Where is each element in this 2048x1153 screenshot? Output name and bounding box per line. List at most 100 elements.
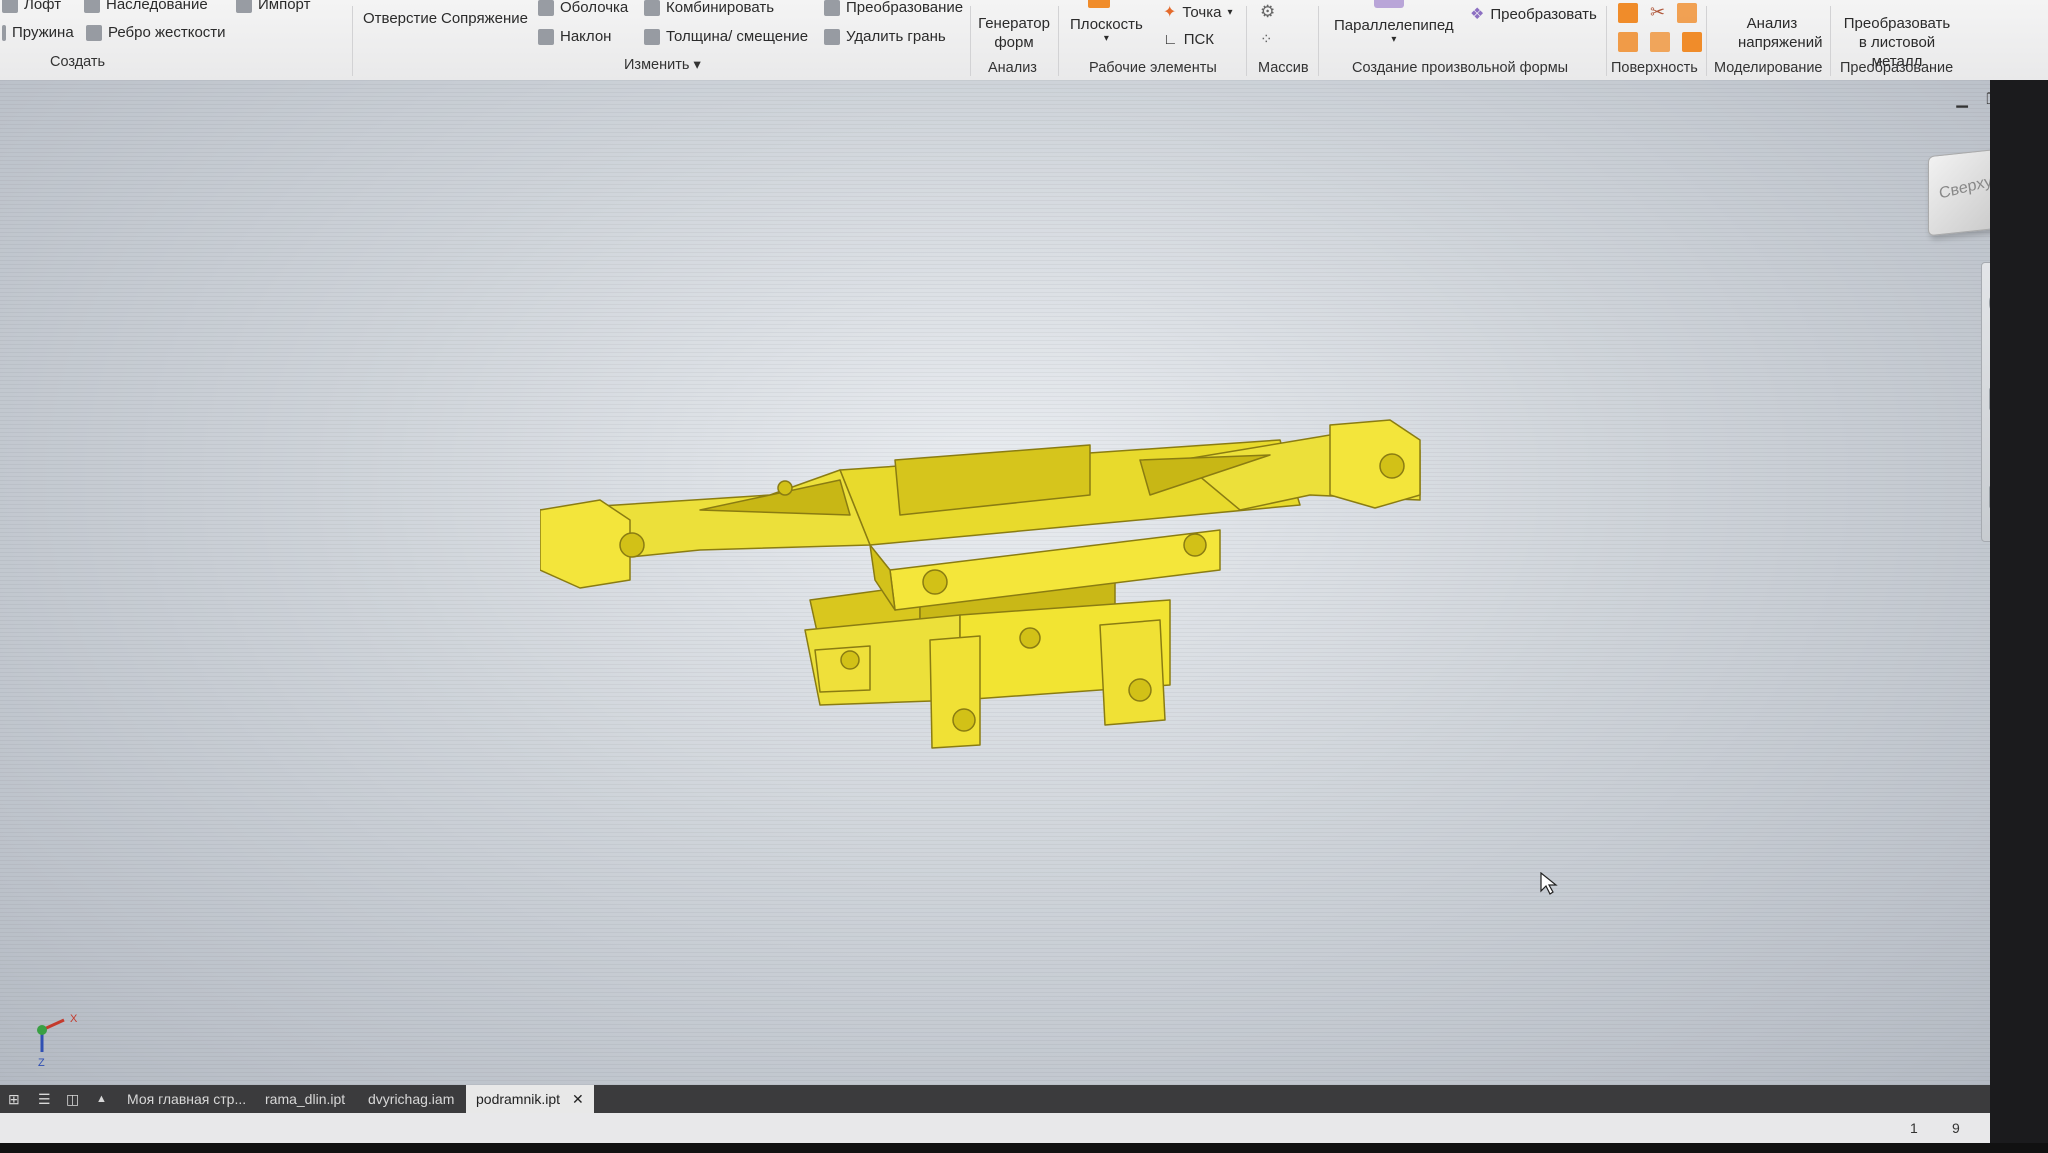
shape-generator-label: Генератор форм xyxy=(978,15,1050,51)
shape-generator-button[interactable]: Генератор форм xyxy=(978,14,1050,52)
status-count-a: 1 xyxy=(1910,1120,1918,1136)
surface-tools-row2 xyxy=(1618,32,1702,52)
draft-icon xyxy=(538,28,554,45)
combine-icon xyxy=(644,0,660,16)
freeform-box-button[interactable]: Параллелепипед ▾ xyxy=(1334,17,1454,45)
draft-button[interactable]: Наклон xyxy=(538,28,611,45)
group-simulation: Моделирование xyxy=(1714,60,1823,76)
tile-horizontal-icon[interactable]: ☰ xyxy=(38,1085,51,1113)
rectangular-pattern-button[interactable]: ⁘ xyxy=(1260,30,1273,48)
point-button[interactable]: ✦ Точка ▾ xyxy=(1163,2,1233,22)
hole-label: Отверстие xyxy=(363,10,438,27)
mount-hole xyxy=(619,532,645,558)
cascade-icon[interactable]: ◫ xyxy=(66,1085,79,1113)
plane-icon xyxy=(1088,0,1110,8)
hole-button[interactable]: Отверстие xyxy=(363,10,437,27)
fillet-button[interactable]: Сопряжение xyxy=(441,10,528,27)
loft-icon xyxy=(2,0,18,13)
mount-hole xyxy=(1019,627,1041,649)
divider xyxy=(352,6,353,76)
surface-trim-icon[interactable]: ✂ xyxy=(1650,2,1665,23)
inheritance-button[interactable]: Наследование xyxy=(84,0,208,13)
import-label: Импорт xyxy=(258,0,311,13)
divider xyxy=(1606,6,1607,76)
circular-pattern-button[interactable]: ⚙ xyxy=(1260,2,1275,22)
ucs-label: ПСК xyxy=(1183,31,1215,48)
group-surface: Поверхность xyxy=(1611,60,1698,76)
surface-stitch-icon[interactable] xyxy=(1677,2,1698,23)
delete-face-icon xyxy=(824,28,840,45)
surface-replace-icon[interactable] xyxy=(1682,32,1702,52)
axis-z-label: Z xyxy=(38,1057,45,1069)
monitor: Лофт Наследование Импорт Пружина Ребро ж… xyxy=(0,0,2048,1153)
group-freeform: Создание произвольной формы xyxy=(1352,60,1569,76)
import-icon xyxy=(236,0,252,13)
spring-button[interactable]: Пружина xyxy=(2,24,74,41)
shell-icon xyxy=(538,0,554,16)
group-analysis: Анализ xyxy=(988,60,1037,76)
thicken-label: Толщина/ смещение xyxy=(666,28,809,45)
tab-label: dvyrichag.iam xyxy=(368,1091,455,1107)
model-podramnik[interactable] xyxy=(540,400,1430,770)
tab-home[interactable]: Моя главная стр... xyxy=(127,1085,246,1113)
mount-hole xyxy=(777,480,793,496)
tile-vertical-icon[interactable]: ⊞ xyxy=(8,1085,20,1113)
thicken-icon xyxy=(644,28,660,45)
group-convert: Преобразование xyxy=(1840,60,1954,76)
inheritance-label: Наследование xyxy=(106,0,208,13)
mount-hole xyxy=(952,708,976,732)
divider xyxy=(970,6,971,76)
monitor-bezel xyxy=(1990,80,2048,1153)
arm-left-end xyxy=(540,499,631,589)
thicken-button[interactable]: Толщина/ смещение xyxy=(644,28,808,45)
rib-label: Ребро жесткости xyxy=(108,24,226,41)
divider xyxy=(1318,6,1319,76)
point-icon: ✦ xyxy=(1163,4,1177,21)
ucs-icon: ∟ xyxy=(1163,31,1178,48)
group-modify[interactable]: Изменить ▾ xyxy=(624,57,701,73)
mouse-cursor-icon xyxy=(1540,872,1558,895)
surface-extend-icon[interactable] xyxy=(1618,32,1638,52)
axis-x-label: X xyxy=(70,1013,78,1025)
chevron-down-icon: ▾ xyxy=(1227,6,1233,18)
loft-button[interactable]: Лофт xyxy=(2,0,61,13)
mount-hole xyxy=(840,650,860,670)
convert-icon: ❖ xyxy=(1470,6,1485,23)
import-button[interactable]: Импорт xyxy=(236,0,310,13)
mount-hole xyxy=(1183,533,1207,557)
delete-face-button[interactable]: Удалить грань xyxy=(824,28,946,45)
divider xyxy=(1830,6,1831,76)
plane-icon-wrap xyxy=(1088,0,1110,8)
box-icon xyxy=(1374,0,1404,8)
surface-patch-icon[interactable] xyxy=(1618,2,1638,23)
surface-ruled-icon[interactable] xyxy=(1650,32,1670,52)
minimize-icon[interactable]: ▁ xyxy=(1956,90,1968,108)
freeform-convert-button[interactable]: ❖ Преобразовать xyxy=(1470,4,1597,24)
group-work-features: Рабочие элементы xyxy=(1089,60,1217,76)
plane-button[interactable]: Плоскость ▾ xyxy=(1070,16,1143,44)
tab-dvyrichag[interactable]: dvyrichag.iam xyxy=(368,1085,454,1113)
rib-button[interactable]: Ребро жесткости xyxy=(86,24,226,41)
chevron-down-icon: ▾ xyxy=(1103,33,1109,44)
leg-front-right xyxy=(1099,619,1166,726)
mount-hole xyxy=(922,569,948,595)
tab-rama-dlin[interactable]: rama_dlin.ipt xyxy=(265,1085,345,1113)
stress-analysis-button[interactable]: Анализ напряжений xyxy=(1738,14,1822,52)
transform-button[interactable]: Преобразование xyxy=(824,0,963,16)
divider xyxy=(1706,6,1707,76)
draft-label: Наклон xyxy=(560,28,612,45)
tab-podramnik[interactable]: podramnik.ipt ✕ xyxy=(466,1085,594,1113)
close-icon[interactable]: ✕ xyxy=(572,1091,584,1107)
inheritance-icon xyxy=(84,0,100,13)
group-modify-label: Изменить xyxy=(624,57,690,73)
leg-front-left xyxy=(929,635,981,749)
shell-button[interactable]: Оболочка xyxy=(538,0,628,16)
spring-icon xyxy=(2,24,6,41)
tab-list-arrow-icon[interactable]: ▲ xyxy=(96,1085,107,1113)
point-label: Точка xyxy=(1182,3,1222,21)
transform-icon xyxy=(824,0,840,16)
ucs-button[interactable]: ∟ ПСК xyxy=(1163,31,1214,48)
combine-button[interactable]: Комбинировать xyxy=(644,0,774,16)
divider xyxy=(1246,6,1247,76)
group-pattern: Массив xyxy=(1258,60,1309,76)
